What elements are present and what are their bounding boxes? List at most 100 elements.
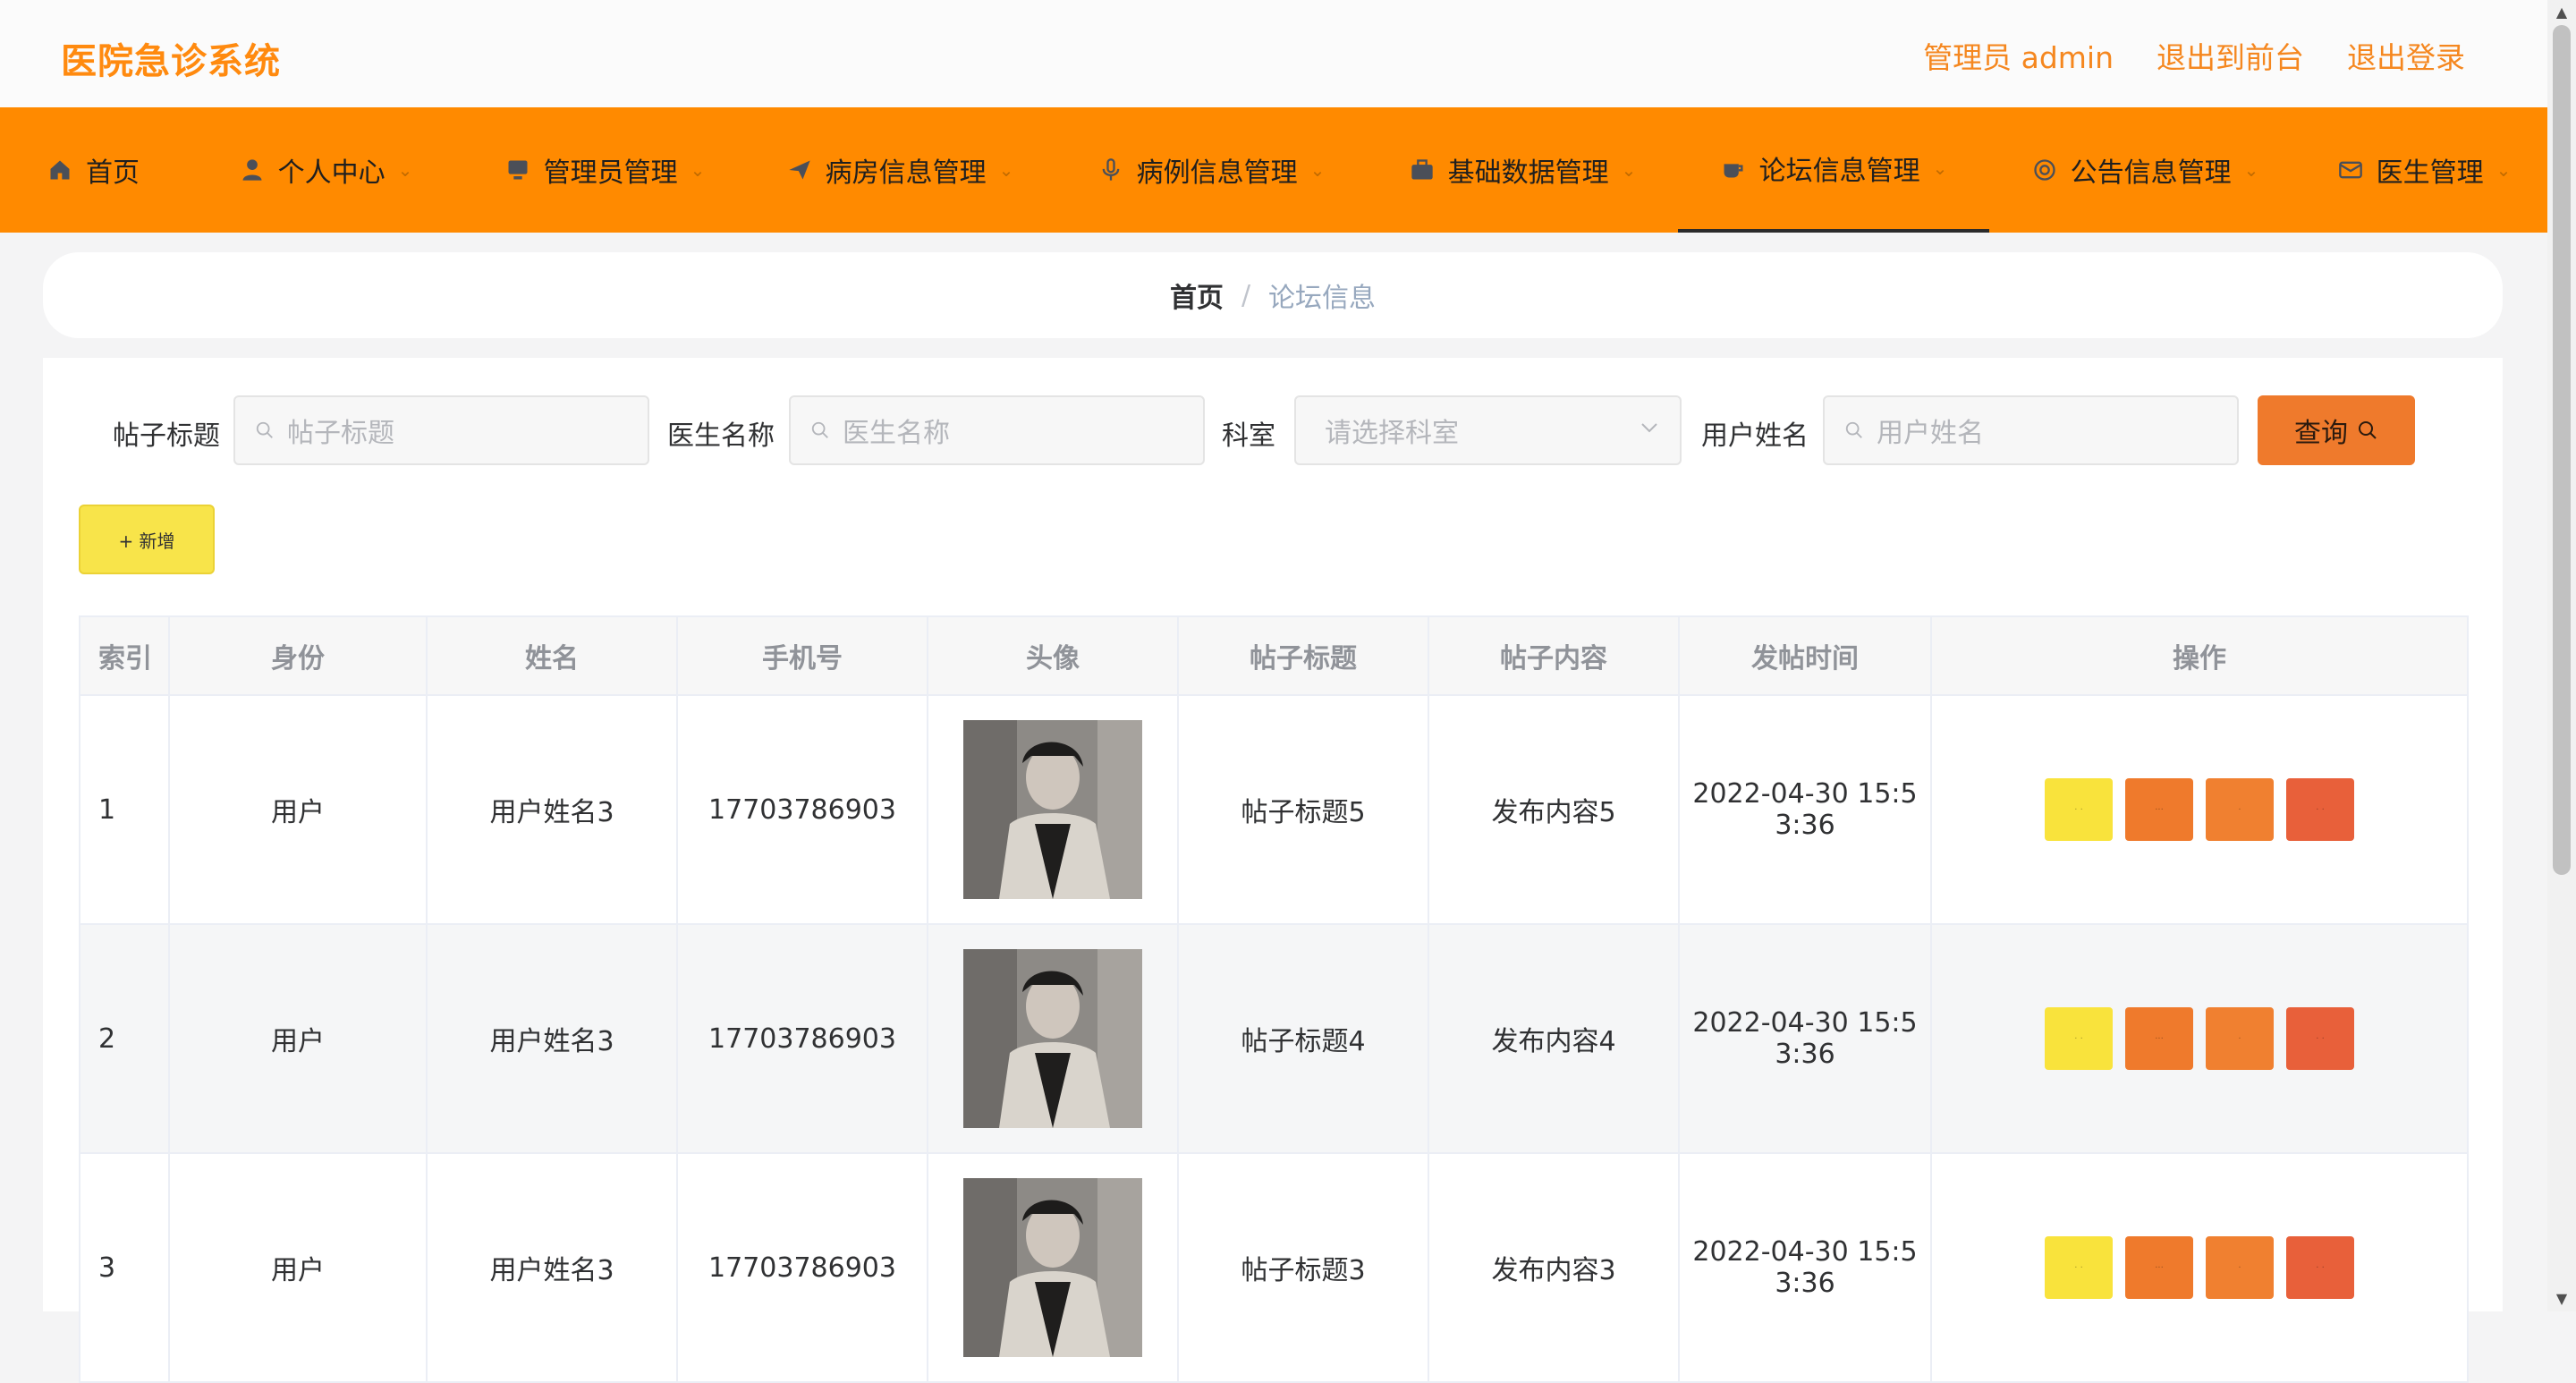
cell-name: 用户姓名3 [426, 1152, 678, 1383]
nav-item-notice-manage[interactable]: 公告信息管理 ⌄ [1989, 107, 2301, 233]
admin-label: 管理员 admin [1923, 40, 2114, 75]
query-button[interactable]: 查询 [2258, 395, 2415, 465]
cell-time: 2022-04-30 15:5 3:36 [1678, 1152, 1932, 1383]
edit-button[interactable]: ··· [2125, 778, 2193, 841]
doctor-search-placeholder: 医生名称 [843, 418, 950, 449]
search-form: 帖子标题 帖子标题 医生名称 医生名称 科室 请选择科室 用户姓名 用户姓名 查… [43, 395, 2503, 467]
nav-item-doctor-manage[interactable]: 医生管理 ⌄ [2301, 107, 2547, 233]
nav-label: 病例信息管理 [1136, 157, 1298, 189]
delete-button[interactable]: · · [2286, 1236, 2354, 1299]
action-button[interactable]: · [2206, 778, 2274, 841]
table-row: 1 用户 用户姓名3 17703786903 帖子标题5 发布内容5 2022-… [79, 694, 2469, 925]
delete-button[interactable]: · · [2286, 778, 2354, 841]
nav-item-ward-manage[interactable]: 病房信息管理 ⌄ [744, 107, 1055, 233]
breadcrumb-current: 论坛信息 [1268, 283, 1377, 314]
scroll-up-arrow-icon[interactable]: ▲ [2547, 0, 2576, 25]
microphone-icon [1097, 157, 1124, 183]
cell-name: 用户姓名3 [426, 923, 678, 1154]
app-title: 医院急诊系统 [61, 41, 281, 82]
cell-index: 1 [79, 694, 170, 925]
cell-content: 发布内容5 [1428, 694, 1680, 925]
cell-time: 2022-04-30 15:5 3:36 [1678, 923, 1932, 1154]
chevron-down-icon: ⌄ [1932, 157, 1948, 179]
col-index[interactable]: 索引 [79, 615, 170, 696]
user-search-input[interactable]: 用户姓名 [1823, 395, 2239, 465]
edit-button[interactable]: ··· [2125, 1007, 2193, 1070]
exit-front-link[interactable]: 退出到前台 [2157, 34, 2304, 77]
col-actions: 操作 [1930, 615, 2469, 696]
cell-index: 3 [79, 1152, 170, 1383]
cell-title: 帖子标题5 [1177, 694, 1429, 925]
scrollbar-thumb[interactable] [2553, 25, 2571, 875]
col-name[interactable]: 姓名 [426, 615, 678, 696]
cell-actions: · · ··· · · · [1930, 694, 2469, 925]
col-phone[interactable]: 手机号 [676, 615, 928, 696]
cell-actions: · · ··· · · · [1930, 1152, 2469, 1383]
cell-title: 帖子标题4 [1177, 923, 1429, 1154]
cell-actions: · · ··· · · · [1930, 923, 2469, 1154]
doctor-search-label: 医生名称 [667, 420, 775, 452]
breadcrumb-separator: / [1241, 279, 1251, 311]
cell-index: 2 [79, 923, 170, 1154]
col-role[interactable]: 身份 [168, 615, 428, 696]
avatar-image[interactable] [963, 1178, 1142, 1357]
dept-select[interactable]: 请选择科室 [1294, 395, 1682, 465]
monitor-icon [504, 157, 531, 183]
nav-item-forum-manage[interactable]: 论坛信息管理 ⌄ [1678, 107, 1989, 233]
view-button[interactable]: · · [2045, 1007, 2113, 1070]
chevron-down-icon: ⌄ [998, 159, 1014, 181]
breadcrumb-home[interactable]: 首页 [1170, 276, 1224, 315]
search-icon [811, 421, 828, 438]
add-button-label: + 新增 [118, 530, 175, 552]
cell-role: 用户 [168, 923, 428, 1154]
page-scrollbar[interactable]: ▲ ▼ [2547, 0, 2576, 1311]
content-card: 帖子标题 帖子标题 医生名称 医生名称 科室 请选择科室 用户姓名 用户姓名 查… [43, 358, 2503, 1383]
cell-phone: 17703786903 [676, 694, 928, 925]
nav-label: 病房信息管理 [825, 157, 987, 189]
chevron-down-icon: ⌄ [1621, 159, 1637, 181]
col-time[interactable]: 发帖时间 [1678, 615, 1932, 696]
title-search-label: 帖子标题 [113, 420, 220, 452]
nav-label: 管理员管理 [543, 157, 678, 189]
forum-table: 索引 身份 姓名 手机号 头像 帖子标题 帖子内容 发帖时间 操作 1 用户 用… [79, 615, 2469, 1383]
cup-icon [1720, 155, 1747, 182]
time-line: 3:36 [1775, 1268, 1835, 1299]
col-content[interactable]: 帖子内容 [1428, 615, 1680, 696]
avatar-image[interactable] [963, 720, 1142, 899]
chevron-down-icon: ⌄ [2243, 159, 2259, 181]
table-header-row: 索引 身份 姓名 手机号 头像 帖子标题 帖子内容 发帖时间 操作 [79, 615, 2469, 696]
dept-select-label: 科室 [1222, 420, 1275, 452]
delete-button[interactable]: · · [2286, 1007, 2354, 1070]
time-line: 2022-04-30 15:5 [1692, 1236, 1918, 1268]
nav-item-admin-manage[interactable]: 管理员管理 ⌄ [465, 107, 744, 233]
briefcase-icon [1409, 157, 1436, 183]
doctor-search-input[interactable]: 医生名称 [789, 395, 1205, 465]
table-row: 2 用户 用户姓名3 17703786903 帖子标题4 发布内容4 2022-… [79, 923, 2469, 1154]
cell-phone: 17703786903 [676, 1152, 928, 1383]
dept-select-placeholder: 请选择科室 [1325, 418, 1459, 449]
action-button[interactable]: · [2206, 1007, 2274, 1070]
view-button[interactable]: · · [2045, 1236, 2113, 1299]
scroll-down-arrow-icon[interactable]: ▼ [2547, 1286, 2576, 1311]
cell-content: 发布内容4 [1428, 923, 1680, 1154]
nav-label: 论坛信息管理 [1758, 156, 1920, 187]
logout-link[interactable]: 退出登录 [2347, 34, 2465, 77]
nav-item-case-manage[interactable]: 病例信息管理 ⌄ [1055, 107, 1367, 233]
view-button[interactable]: · · [2045, 778, 2113, 841]
col-title[interactable]: 帖子标题 [1177, 615, 1429, 696]
nav-label: 公告信息管理 [2070, 157, 2232, 189]
nav-item-basic-data[interactable]: 基础数据管理 ⌄ [1367, 107, 1678, 233]
time-line: 3:36 [1775, 1039, 1835, 1070]
nav-item-home[interactable]: 首页 [0, 107, 186, 233]
user-search-placeholder: 用户姓名 [1877, 418, 1984, 449]
nav-item-personal-center[interactable]: 个人中心 ⌄ [186, 107, 465, 233]
cell-avatar [927, 694, 1179, 925]
add-button[interactable]: + 新增 [79, 505, 215, 574]
avatar-image[interactable] [963, 949, 1142, 1128]
title-search-input[interactable]: 帖子标题 [233, 395, 649, 465]
top-header: 医院急诊系统 管理员 admin 退出到前台 退出登录 [0, 0, 2547, 107]
nav-label: 首页 [86, 157, 140, 189]
col-avatar[interactable]: 头像 [927, 615, 1179, 696]
edit-button[interactable]: ··· [2125, 1236, 2193, 1299]
action-button[interactable]: · [2206, 1236, 2274, 1299]
